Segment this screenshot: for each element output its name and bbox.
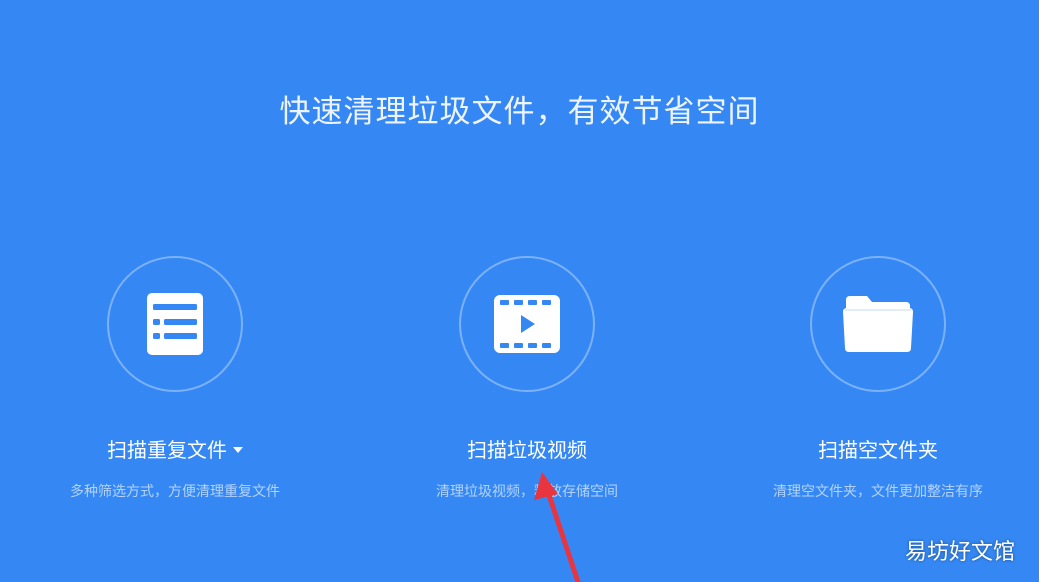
scan-empty-folders-title[interactable]: 扫描空文件夹 xyxy=(818,434,938,463)
scan-junk-videos-title[interactable]: 扫描垃圾视频 xyxy=(467,434,587,463)
scan-empty-folders-button[interactable] xyxy=(810,256,946,392)
list-document-icon xyxy=(147,293,203,355)
folder-icon xyxy=(843,296,913,352)
scan-empty-folders-card: 扫描空文件夹 清理空文件夹，文件更加整洁有序 xyxy=(708,256,1039,501)
watermark-text: 易坊好文馆 xyxy=(904,540,1015,565)
scan-junk-videos-card: 扫描垃圾视频 清理垃圾视频，释放存储空间 xyxy=(357,256,697,501)
scan-duplicate-files-button[interactable] xyxy=(107,256,243,392)
page-headline: 快速清理垃圾文件，有效节省空间 xyxy=(279,94,760,130)
scan-duplicate-files-title: 扫描重复文件 xyxy=(107,438,227,462)
video-film-icon xyxy=(494,295,560,353)
scan-junk-videos-button[interactable] xyxy=(459,256,595,392)
scan-empty-folders-description: 清理空文件夹，文件更加整洁有序 xyxy=(773,484,983,500)
scan-junk-videos-description: 清理垃圾视频，释放存储空间 xyxy=(436,484,618,500)
scan-duplicate-files-card: 扫描重复文件 多种筛选方式，方便清理重复文件 xyxy=(5,256,345,501)
scan-duplicate-files-description: 多种筛选方式，方便清理重复文件 xyxy=(70,484,280,500)
scan-duplicate-files-label[interactable]: 扫描重复文件 xyxy=(107,434,243,463)
caret-down-icon[interactable] xyxy=(233,446,243,453)
